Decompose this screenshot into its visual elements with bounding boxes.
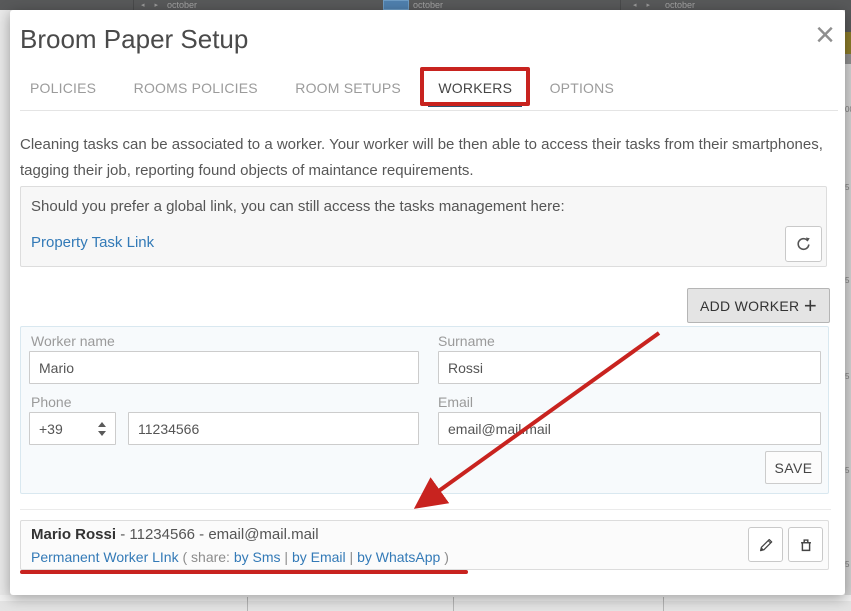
property-task-link[interactable]: Property Task Link [31, 234, 154, 251]
add-worker-button[interactable]: ADD WORKER + [687, 288, 830, 323]
background-calendar-grid [0, 595, 851, 611]
delete-worker-button[interactable] [788, 527, 823, 562]
phone-prefix-select[interactable]: +39 [29, 412, 116, 445]
calendar-month-label: october [167, 0, 197, 10]
workers-description-text: Cleaning tasks can be associated to a wo… [20, 132, 826, 184]
worker-summary: Mario Rossi - 11234566 - email@mail.mail [31, 526, 319, 543]
worker-share-line: Permanent Worker LInk ( share: by Sms | … [31, 549, 449, 565]
surname-field[interactable] [438, 351, 821, 384]
header-divider [620, 0, 621, 10]
background-right-strip: 00 5 5 5 5 5 [845, 10, 851, 611]
refresh-icon [794, 235, 813, 254]
global-link-text: Should you prefer a global link, you can… [31, 198, 565, 215]
calendar-month-label: october [413, 0, 443, 10]
tab-workers[interactable]: WORKERS [428, 68, 522, 107]
edit-worker-button[interactable] [748, 527, 783, 562]
grid-divider [453, 597, 454, 611]
background-number-fragment: 5 [845, 372, 851, 381]
pipe-separator: | [346, 549, 357, 565]
worker-form-panel: Worker name Surname Phone +39 Email SAVE [20, 326, 829, 494]
background-fragment [0, 595, 851, 601]
dialog-title: Broom Paper Setup [20, 24, 248, 55]
tab-room-setups[interactable]: ROOM SETUPS [285, 68, 411, 107]
background-fragment [845, 54, 851, 64]
add-worker-label: ADD WORKER [700, 298, 799, 314]
grid-divider [663, 597, 664, 611]
surname-label: Surname [438, 333, 495, 349]
pipe-separator: | [281, 549, 292, 565]
worker-phone-text: 11234566 [129, 526, 195, 543]
background-number-fragment: 5 [845, 183, 851, 192]
worker-name-text: Mario Rossi [31, 526, 116, 543]
close-icon[interactable]: × [815, 18, 835, 52]
tab-options[interactable]: OPTIONS [540, 68, 624, 107]
share-by-sms-link[interactable]: by Sms [234, 549, 281, 565]
share-suffix: ) [440, 549, 449, 565]
email-field[interactable] [438, 412, 821, 445]
calendar-today-badge [383, 0, 409, 10]
calendar-nav-arrows-icon: ◂ ▸ [141, 0, 162, 10]
global-link-panel: Should you prefer a global link, you can… [20, 186, 827, 267]
worker-name-label: Worker name [31, 333, 115, 349]
trash-icon [797, 536, 815, 554]
separator: - [195, 526, 208, 543]
background-number-fragment: 5 [845, 466, 851, 475]
background-calendar-header: ◂ ▸ october october ◂ ▸ october [0, 0, 851, 10]
permanent-worker-link[interactable]: Permanent Worker LInk [31, 549, 179, 565]
grid-divider [247, 597, 248, 611]
red-underline-annotation [20, 570, 468, 574]
section-divider [20, 509, 831, 510]
select-spinner-icon [98, 421, 106, 437]
calendar-nav-arrows-icon: ◂ ▸ [633, 0, 654, 10]
phone-prefix-value: +39 [39, 421, 63, 437]
tab-workers-label: WORKERS [438, 80, 512, 96]
header-divider [133, 0, 134, 10]
phone-field[interactable] [128, 412, 419, 445]
share-by-email-link[interactable]: by Email [292, 549, 346, 565]
calendar-month-label: october [665, 0, 695, 10]
background-number-fragment: 5 [845, 276, 851, 285]
worker-name-field[interactable] [29, 351, 419, 384]
background-fragment [845, 10, 851, 32]
worker-list-item: Mario Rossi - 11234566 - email@mail.mail… [20, 520, 829, 570]
plus-icon: + [804, 296, 817, 316]
pencil-icon [757, 536, 775, 554]
background-number-fragment: 00 [845, 105, 851, 114]
refresh-link-button[interactable] [785, 226, 822, 262]
save-button[interactable]: SAVE [765, 451, 822, 484]
share-by-whatsapp-link[interactable]: by WhatsApp [357, 549, 440, 565]
separator: - [116, 526, 129, 543]
tab-policies[interactable]: POLICIES [20, 68, 106, 107]
background-fragment [845, 32, 851, 54]
tab-rooms-policies[interactable]: ROOMS POLICIES [124, 68, 268, 107]
email-label: Email [438, 394, 473, 410]
share-prefix: ( share: [179, 549, 234, 565]
broom-paper-setup-dialog: Broom Paper Setup × POLICIES ROOMS POLIC… [10, 10, 845, 595]
phone-label: Phone [31, 394, 71, 410]
background-number-fragment: 5 [845, 560, 851, 569]
worker-email-text: email@mail.mail [208, 526, 318, 543]
tab-bar: POLICIES ROOMS POLICIES ROOM SETUPS WORK… [20, 68, 838, 111]
